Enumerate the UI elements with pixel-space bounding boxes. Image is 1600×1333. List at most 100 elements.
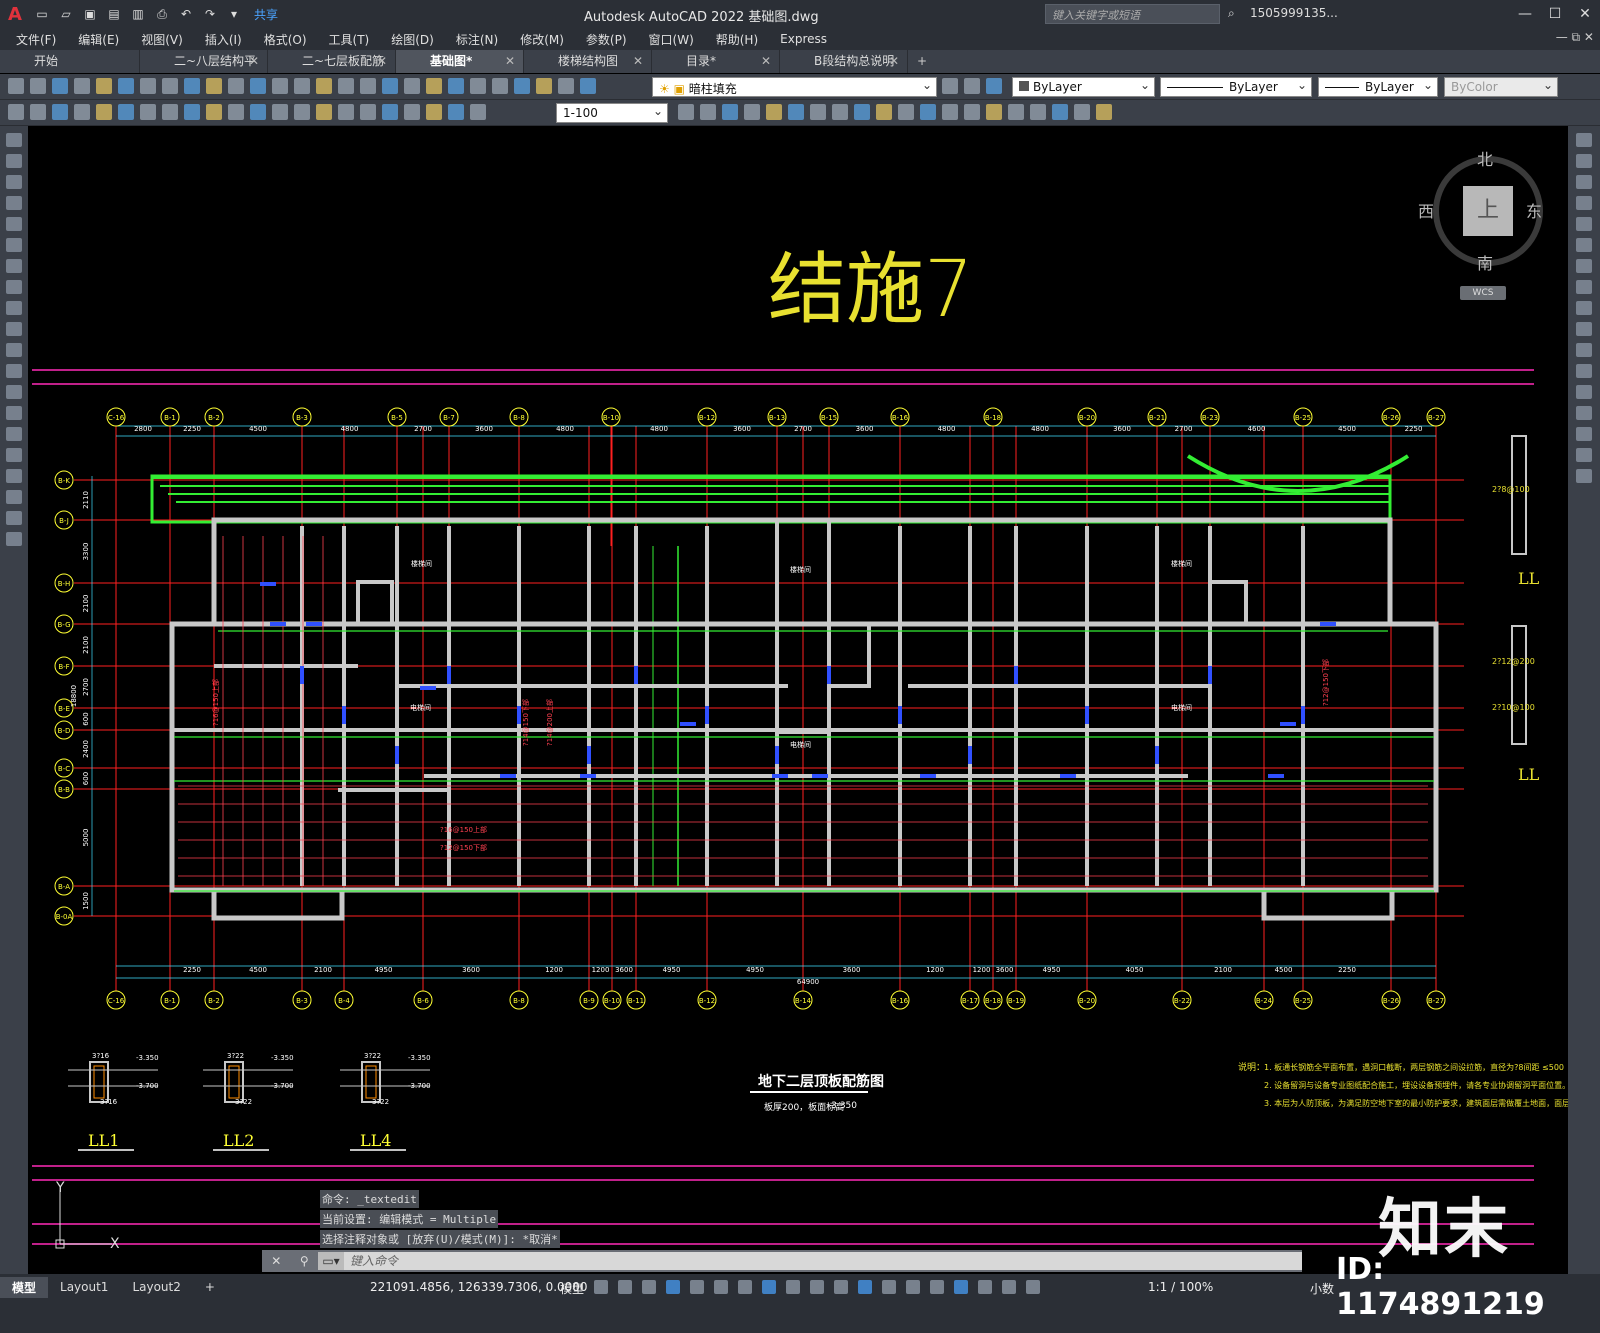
close-tab-icon[interactable]: ✕ <box>505 50 515 73</box>
save-as-icon[interactable]: ▤ <box>105 5 123 23</box>
menu-item[interactable]: 视图(V) <box>141 31 183 48</box>
save-icon[interactable]: ▣ <box>81 5 99 23</box>
command-input[interactable]: 键入命令 <box>344 1252 1302 1270</box>
axis-label: B-11 <box>628 997 644 1005</box>
dimension-text: 2100 <box>82 636 90 654</box>
dimension-text: 1500 <box>82 892 90 910</box>
linetype-dropdown[interactable]: ByLayer <box>1160 77 1312 97</box>
new-file-icon[interactable]: ▭ <box>33 5 51 23</box>
beam-bottom-rebar: 3?22 <box>372 1098 389 1106</box>
viewcube-top-face[interactable]: 上 <box>1463 186 1513 236</box>
color-dropdown[interactable]: ByLayer <box>1012 77 1155 97</box>
menu-item[interactable]: 工具(T) <box>329 31 370 48</box>
standard-toolbar: ☀ ▣ 暗柱填充 ByLayer ByLayer ByLayer ByColor <box>0 74 1600 100</box>
top-axis-bubble: B-7 <box>439 407 459 427</box>
menu-item[interactable]: 窗口(W) <box>649 31 694 48</box>
close-button[interactable]: ✕ <box>1570 0 1600 28</box>
add-layout-button[interactable]: + <box>193 1278 227 1296</box>
status-toggle-icons[interactable] <box>594 1280 1050 1294</box>
modify-tool-palette[interactable] <box>1568 126 1600 1274</box>
command-line-buttons: ✕ ⚲ <box>262 1254 318 1268</box>
search-input[interactable]: 键入关键字或短语 <box>1045 4 1220 24</box>
user-account[interactable]: 1505999135... <box>1250 6 1338 20</box>
print-icon[interactable]: ⎙ <box>153 5 171 23</box>
dimstyle-dropdown[interactable]: 1-100 <box>556 103 668 123</box>
annotation-scale[interactable]: 1:1 / 100% <box>1148 1280 1213 1294</box>
command-history-line: 当前设置: 编辑模式 = Multiple <box>320 1210 499 1228</box>
model-space-button[interactable]: 模型 <box>560 1280 584 1297</box>
menu-item[interactable]: 绘图(D) <box>391 31 434 48</box>
file-tab[interactable]: B段结构总说明*✕ <box>780 50 908 91</box>
standard-toolbar-icons[interactable] <box>8 78 602 96</box>
menu-item[interactable]: 帮助(H) <box>716 31 758 48</box>
menu-item[interactable]: 格式(O) <box>264 31 307 48</box>
menu-item[interactable]: 标注(N) <box>456 31 498 48</box>
beam-elevation: -3.350 <box>408 1054 431 1062</box>
plotstyle-value: ByColor <box>1451 80 1498 94</box>
layout2-tab[interactable]: Layout2 <box>120 1278 192 1296</box>
menu-item[interactable]: 编辑(E) <box>78 31 119 48</box>
color-value: ByLayer <box>1033 80 1082 94</box>
file-tab[interactable]: 二~七层板配筋平面✕ <box>268 50 396 91</box>
model-tab[interactable]: 模型 <box>0 1276 49 1298</box>
file-tab[interactable]: 开始 <box>0 50 140 73</box>
document-window-controls[interactable]: — ⧉ ✕ <box>1556 30 1594 45</box>
dimension-text: 2100 <box>82 595 90 613</box>
lineweight-dropdown[interactable]: ByLayer <box>1318 77 1438 97</box>
draw-tool-palette[interactable] <box>0 126 28 1274</box>
menu-item[interactable]: 参数(P) <box>586 31 627 48</box>
viewcube[interactable]: 上 北 南 东 西 WCS <box>1418 146 1548 300</box>
dimension-toolbar-icons[interactable] <box>8 104 492 122</box>
file-tab[interactable]: 二~八层结构平面✕ <box>140 50 268 91</box>
axis-label: B-9 <box>583 997 595 1005</box>
layout1-tab[interactable]: Layout1 <box>48 1278 120 1296</box>
bottom-axis-bubble: B-6 <box>413 990 433 1010</box>
search-icon[interactable]: ⌕ <box>1228 6 1235 21</box>
close-tab-icon[interactable]: ✕ <box>377 50 387 73</box>
menu-item[interactable]: Express <box>780 32 827 46</box>
dimension-text: 2250 <box>183 966 201 974</box>
viewcube-north[interactable]: 北 <box>1477 146 1493 170</box>
close-tab-icon[interactable]: ✕ <box>889 50 899 73</box>
open-file-icon[interactable]: ▱ <box>57 5 75 23</box>
web-mobile-icon[interactable]: ▥ <box>129 5 147 23</box>
close-command-icon[interactable]: ✕ <box>271 1254 281 1268</box>
viewcube-east[interactable]: 东 <box>1526 198 1542 222</box>
new-tab-button[interactable]: + <box>908 50 936 73</box>
command-prompt-icon[interactable]: ▭▾ <box>318 1252 344 1270</box>
menu-item[interactable]: 修改(M) <box>520 31 564 48</box>
menu-item[interactable]: 文件(F) <box>16 31 56 48</box>
top-axis-bubble: B-3 <box>292 407 312 427</box>
customize-command-icon[interactable]: ⚲ <box>300 1254 309 1268</box>
modify-toolbar-icons[interactable] <box>678 104 1118 122</box>
wcs-menu[interactable]: WCS <box>1460 286 1506 300</box>
plotstyle-dropdown[interactable]: ByColor <box>1444 77 1558 97</box>
layer-tools-icons[interactable] <box>942 78 1008 96</box>
share-button[interactable]: 共享 <box>254 6 278 23</box>
viewcube-south[interactable]: 南 <box>1477 250 1493 274</box>
dimension-text: 2700 <box>1175 425 1193 433</box>
left-axis-bubble: B-K <box>54 470 74 490</box>
maximize-button[interactable]: ☐ <box>1540 0 1570 28</box>
undo-icon[interactable]: ↶ <box>177 5 195 23</box>
drawing-canvas[interactable]: 结施7 楼梯间 电梯间 楼梯间 电梯间 楼梯间 电梯间 ?16@150上部 ?12@150下部… <box>28 126 1568 1274</box>
menu-item[interactable]: 插入(I) <box>205 31 242 48</box>
file-tab[interactable]: 目录* ✕ <box>652 50 780 73</box>
close-tab-icon[interactable]: ✕ <box>633 50 643 73</box>
customize-dropdown-icon[interactable]: ▾ <box>225 5 243 23</box>
dimension-text: 3600 <box>856 425 874 433</box>
close-tab-icon[interactable]: ✕ <box>761 50 771 73</box>
file-tab[interactable]: 楼梯结构图 ✕ <box>524 50 652 73</box>
viewcube-west[interactable]: 西 <box>1418 198 1434 222</box>
file-tab[interactable]: 基础图* ✕ <box>396 50 524 73</box>
color-swatch <box>1019 81 1029 91</box>
redo-icon[interactable]: ↷ <box>201 5 219 23</box>
autocad-logo-icon[interactable]: A <box>0 0 30 28</box>
axis-label: B-K <box>58 477 70 485</box>
coordinates-readout[interactable]: 221091.4856, 126339.7306, 0.0000 <box>370 1280 588 1294</box>
beam-name: LL2 <box>223 1131 254 1150</box>
close-tab-icon[interactable]: ✕ <box>249 50 259 73</box>
layer-dropdown[interactable]: ☀ ▣ 暗柱填充 <box>652 77 937 97</box>
units-readout[interactable]: 小数 <box>1310 1280 1334 1297</box>
minimize-button[interactable]: — <box>1510 0 1540 28</box>
